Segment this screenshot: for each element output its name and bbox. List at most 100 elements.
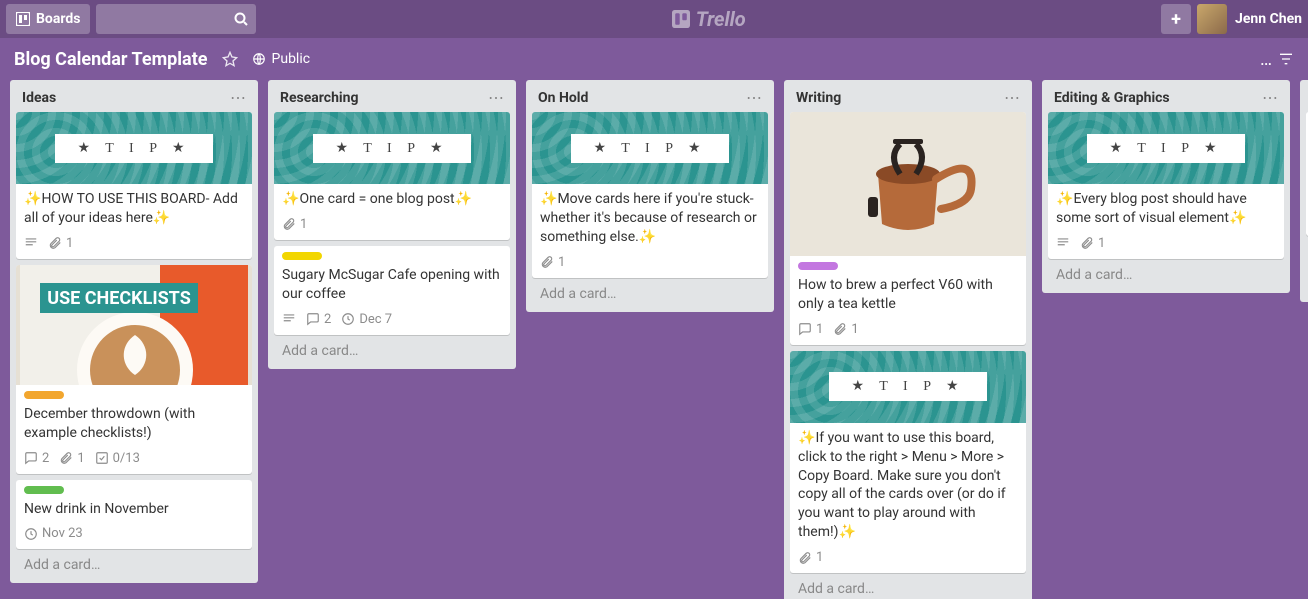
card-title: How to brew a perfect V60 with only a te…	[790, 270, 1026, 322]
list-title[interactable]: Researching	[280, 90, 358, 106]
card-label[interactable]	[282, 252, 322, 260]
brand: Trello	[672, 7, 746, 31]
filter-icon[interactable]	[1278, 51, 1294, 67]
list: Writing ⋯ How to brew a perfect V60 with…	[784, 80, 1032, 599]
plus-icon: +	[1171, 9, 1181, 30]
attach-icon	[798, 551, 812, 565]
list-title[interactable]: Writing	[796, 90, 841, 106]
card-title: ✨HOW TO USE THIS BOARD- Add all of your …	[16, 184, 252, 236]
attach-icon	[833, 322, 847, 336]
card[interactable]: USE CHECKLISTS December throwdown (with …	[16, 265, 252, 474]
card-title: ✨Every blog post should have some sort o…	[1048, 184, 1284, 236]
board[interactable]: Ideas ⋯ ★ T I P ★ ✨HOW TO USE THIS BOARD…	[0, 80, 1308, 599]
attachment-badge: 1	[833, 322, 858, 337]
more-menu[interactable]: …	[1260, 49, 1272, 70]
tip-label: ★ T I P ★	[829, 372, 986, 401]
attachment-badge: 1	[540, 255, 565, 270]
list: Editing & Graphics ⋯ ★ T I P ★ ✨Every bl…	[1042, 80, 1290, 293]
card-cover-image	[790, 112, 1026, 256]
list-title[interactable]: Ideas	[22, 90, 56, 106]
attach-icon	[282, 217, 296, 231]
list: On Hold ⋯ ★ T I P ★ ✨Move cards here if …	[526, 80, 774, 312]
star-icon[interactable]	[222, 51, 238, 67]
add-button[interactable]: +	[1161, 4, 1191, 34]
list: Ideas ⋯ ★ T I P ★ ✨HOW TO USE THIS BOARD…	[10, 80, 258, 583]
date-badge: Nov 23	[24, 526, 83, 541]
card-label[interactable]	[24, 486, 64, 494]
board-name[interactable]: Blog Calendar Template	[14, 49, 208, 70]
globe-icon	[252, 52, 266, 66]
card-cover-tip: ★ T I P ★	[790, 351, 1026, 423]
card[interactable]: ★ T I P ★ ✨One card = one blog post✨ 1	[274, 112, 510, 240]
clock-icon	[341, 312, 355, 326]
clock-icon	[24, 527, 38, 541]
search-input[interactable]	[96, 4, 256, 34]
card[interactable]: Sugary McSugar Cafe opening with our cof…	[274, 246, 510, 335]
desc-icon	[282, 312, 296, 326]
add-card-button[interactable]: Add a card…	[532, 278, 768, 306]
add-card-button[interactable]: Add a card…	[274, 335, 510, 363]
card-title: ✨Move cards here if you're stuck- whethe…	[532, 184, 768, 255]
list: Sched ★ T I P ★ ✨Mo ✨ Add a card…	[1300, 80, 1308, 302]
comments-badge: 2	[24, 451, 49, 466]
card-title: Sugary McSugar Cafe opening with our cof…	[274, 260, 510, 312]
card-title: December throwdown (with example checkli…	[16, 399, 252, 451]
list-menu-icon[interactable]: ⋯	[746, 90, 762, 106]
user-menu[interactable]: Jenn Chen	[1197, 4, 1302, 34]
card-cover-tip: ★ T I P ★	[16, 112, 252, 184]
visibility-button[interactable]: Public	[252, 51, 311, 67]
attachment-badge: 1	[798, 550, 823, 565]
card-title: ✨One card = one blog post✨	[274, 184, 510, 217]
boards-button[interactable]: Boards	[6, 4, 90, 34]
comment-icon	[24, 451, 38, 465]
card-label[interactable]	[798, 262, 838, 270]
comment-icon	[306, 312, 320, 326]
card[interactable]: ★ T I P ★ ✨Move cards here if you're stu…	[532, 112, 768, 278]
add-card-button[interactable]: Add a card…	[790, 573, 1026, 599]
svg-text:USE CHECKLISTS: USE CHECKLISTS	[47, 288, 191, 309]
description-badge	[1056, 236, 1070, 250]
attach-icon	[59, 451, 73, 465]
desc-icon	[1056, 236, 1070, 250]
add-card-button[interactable]: Add a card…	[16, 549, 252, 577]
boards-icon	[16, 12, 30, 26]
card-cover-tip: ★ T I P ★	[1048, 112, 1284, 184]
add-card-button[interactable]: Add a card…	[1048, 259, 1284, 287]
tip-label: ★ T I P ★	[1087, 134, 1244, 163]
list-title[interactable]: Editing & Graphics	[1054, 90, 1170, 106]
tip-label: ★ T I P ★	[55, 134, 212, 163]
list-menu-icon[interactable]: ⋯	[1004, 90, 1020, 106]
card-title: ✨If you want to use this board, click to…	[790, 423, 1026, 550]
tip-label: ★ T I P ★	[571, 134, 728, 163]
attachment-badge: 1	[59, 451, 84, 466]
boards-label: Boards	[36, 11, 80, 27]
list-menu-icon[interactable]: ⋯	[1262, 90, 1278, 106]
card[interactable]: New drink in November Nov 23	[16, 480, 252, 550]
card[interactable]: ★ T I P ★ ✨Every blog post should have s…	[1048, 112, 1284, 259]
boardbar: Blog Calendar Template Public …	[0, 38, 1308, 80]
attachment-badge: 1	[282, 217, 307, 232]
card-cover-tip: ★ T I P ★	[532, 112, 768, 184]
comments-badge: 2	[306, 312, 331, 327]
card[interactable]: ★ T I P ★ ✨If you want to use this board…	[790, 351, 1026, 573]
topbar: Boards Trello + Jenn Chen	[0, 0, 1308, 38]
card[interactable]: How to brew a perfect V60 with only a te…	[790, 112, 1026, 345]
card-label[interactable]	[24, 391, 64, 399]
card[interactable]: ★ T I P ★ ✨HOW TO USE THIS BOARD- Add al…	[16, 112, 252, 259]
desc-icon	[24, 236, 38, 250]
comment-icon	[798, 322, 812, 336]
description-badge	[282, 312, 296, 326]
search-icon	[234, 12, 248, 26]
checklist-badge: 0/13	[95, 451, 140, 466]
comments-badge: 1	[798, 322, 823, 337]
list-menu-icon[interactable]: ⋯	[488, 90, 504, 106]
card-cover-image: USE CHECKLISTS	[16, 265, 252, 385]
list-menu-icon[interactable]: ⋯	[230, 90, 246, 106]
date-badge: Dec 7	[341, 312, 392, 327]
check-icon	[95, 451, 109, 465]
attach-icon	[48, 236, 62, 250]
list-title[interactable]: On Hold	[538, 90, 588, 106]
attachment-badge: 1	[1080, 236, 1105, 251]
attach-icon	[540, 255, 554, 269]
attachment-badge: 1	[48, 236, 73, 251]
